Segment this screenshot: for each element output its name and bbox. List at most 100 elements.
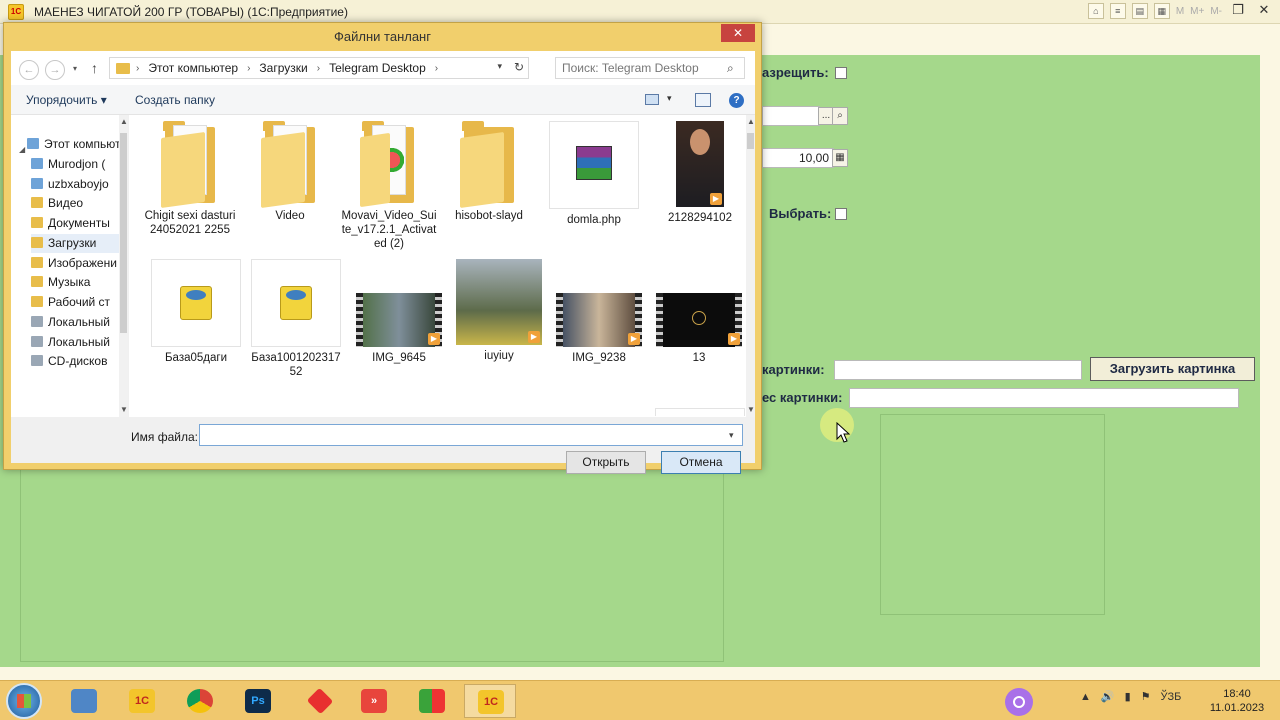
scroll-down-icon[interactable]: ▼ bbox=[120, 405, 128, 414]
file-item[interactable]: ▶ 2128294102 bbox=[652, 121, 748, 225]
keyboard-language[interactable]: ЎЗБ bbox=[1161, 691, 1182, 703]
scroll-up-icon[interactable]: ▲ bbox=[120, 117, 128, 126]
scroll-down-icon[interactable]: ▼ bbox=[747, 405, 755, 414]
file-scrollbar[interactable]: ▲ ▼ bbox=[746, 115, 755, 417]
filename-input[interactable] bbox=[199, 424, 743, 446]
memory-plus-button[interactable]: M+ bbox=[1190, 6, 1204, 17]
file-item[interactable]: База100120231752 bbox=[251, 259, 341, 379]
address-bar[interactable]: › Этот компьютер › Загрузки › Telegram D… bbox=[109, 57, 529, 79]
scroll-up-icon[interactable]: ▲ bbox=[747, 117, 755, 126]
close-icon[interactable]: ✕ bbox=[1254, 3, 1274, 19]
file-item[interactable]: ▶ IMG_9238 bbox=[554, 259, 644, 365]
volume-icon[interactable]: 🔊 bbox=[1101, 690, 1115, 703]
play-icon: ▶ bbox=[528, 331, 540, 343]
filename-dropdown-icon[interactable]: ▾ bbox=[729, 430, 734, 441]
calendar-icon[interactable]: ▦ bbox=[1153, 3, 1170, 19]
new-folder-button[interactable]: Создать папку bbox=[135, 93, 215, 107]
select-checkbox[interactable] bbox=[835, 208, 847, 220]
restore-icon[interactable]: ❐ bbox=[1228, 3, 1248, 19]
search-icon[interactable]: ⌕ bbox=[727, 61, 734, 76]
nav-item-video[interactable]: Видео bbox=[31, 194, 127, 213]
taskbar-app-anydesk[interactable] bbox=[294, 684, 346, 718]
memory-minus-button[interactable]: M- bbox=[1210, 6, 1222, 17]
drive-icon bbox=[31, 316, 43, 327]
nav-item-documents[interactable]: Документы bbox=[31, 214, 127, 233]
video-thumbnail: ▶ bbox=[676, 121, 724, 207]
nav-scroll-thumb[interactable] bbox=[120, 133, 127, 333]
forward-icon[interactable]: → bbox=[45, 60, 65, 80]
taskbar-app-git[interactable]: » bbox=[348, 684, 400, 718]
chevron-right-icon[interactable]: › bbox=[136, 63, 139, 74]
dialog-close-button[interactable]: ✕ bbox=[721, 24, 755, 42]
list-icon[interactable]: ≡ bbox=[1109, 3, 1126, 19]
flag-icon[interactable]: ⚑ bbox=[1141, 690, 1151, 703]
amount-input[interactable]: 10,00 bbox=[762, 148, 834, 168]
help-icon[interactable]: ? bbox=[729, 93, 744, 108]
reference-input[interactable] bbox=[762, 106, 820, 126]
taskbar-clock[interactable]: 18:40 11.01.2023 bbox=[1208, 687, 1266, 715]
breadcrumb-this-pc[interactable]: Этот компьютер bbox=[148, 61, 238, 75]
address-row: ← → ▾ ↑ › Этот компьютер › Загрузки › Te… bbox=[11, 51, 755, 85]
picture-input[interactable] bbox=[834, 360, 1082, 380]
onec-icon: 1С bbox=[478, 690, 504, 714]
breadcrumb-telegram[interactable]: Telegram Desktop bbox=[329, 61, 426, 75]
tray-expand-icon[interactable]: ▲ bbox=[1080, 691, 1091, 703]
view-icon[interactable] bbox=[645, 94, 659, 105]
chevron-right-icon[interactable]: › bbox=[435, 63, 438, 74]
nav-scrollbar[interactable]: ▲ ▼ bbox=[119, 115, 128, 417]
taskbar-app-1c-active[interactable]: 1С bbox=[464, 684, 516, 718]
file-item[interactable]: domla.php bbox=[546, 121, 642, 227]
open-button[interactable]: Открыть bbox=[566, 451, 646, 474]
file-item[interactable]: Video bbox=[242, 121, 338, 223]
taskbar-app-1c[interactable]: 1С bbox=[116, 684, 168, 718]
start-button[interactable] bbox=[6, 683, 42, 719]
nav-item-pictures[interactable]: Изображени bbox=[31, 254, 127, 273]
organize-button[interactable]: Упорядочить ▾ bbox=[26, 93, 107, 107]
assistant-icon[interactable] bbox=[1005, 688, 1033, 716]
load-picture-button[interactable]: Загрузить картинка bbox=[1090, 357, 1255, 381]
chevron-right-icon[interactable]: › bbox=[317, 63, 320, 74]
up-icon[interactable]: ↑ bbox=[91, 60, 98, 76]
file-item[interactable]: Chigit sexi dasturi 24052021 2255 bbox=[142, 121, 238, 237]
refresh-icon[interactable]: ↻ bbox=[514, 60, 524, 74]
file-item[interactable]: Movavi_Video_Suite_v17.2.1_Activated (2) bbox=[341, 121, 437, 251]
nav-item-downloads[interactable]: Загрузки bbox=[31, 234, 127, 253]
file-item[interactable]: hisobot-slayd bbox=[441, 121, 537, 223]
file-item[interactable]: База05даги bbox=[151, 259, 241, 365]
file-item[interactable]: ▶ IMG_9645 bbox=[354, 259, 444, 365]
network-drive-icon bbox=[31, 178, 43, 189]
search-input[interactable]: Поиск: Telegram Desktop bbox=[555, 57, 745, 79]
file-item[interactable]: ▶ 13 bbox=[654, 259, 744, 365]
taskbar-app-winrar[interactable] bbox=[406, 684, 458, 718]
view-dropdown-icon[interactable]: ▾ bbox=[667, 93, 672, 104]
nav-item-local-disk-2[interactable]: Локальный bbox=[31, 333, 127, 352]
collapse-icon[interactable]: ◢ bbox=[19, 145, 25, 154]
nav-item-music[interactable]: Музыка bbox=[31, 273, 127, 292]
forbid-checkbox[interactable] bbox=[835, 67, 847, 79]
nav-item-desktop[interactable]: Рабочий ст bbox=[31, 293, 127, 312]
home-icon[interactable]: ⌂ bbox=[1087, 3, 1104, 19]
memory-m-button[interactable]: M bbox=[1176, 6, 1184, 17]
nav-item-uzbxaboyjo[interactable]: uzbxaboyjo bbox=[31, 175, 127, 194]
back-icon[interactable]: ← bbox=[19, 60, 39, 80]
search-icon[interactable]: ⌕ bbox=[832, 107, 848, 125]
taskbar-app-chrome[interactable] bbox=[174, 684, 226, 718]
nav-item-murodjon[interactable]: Murodjon ( bbox=[31, 155, 127, 174]
address-dropdown-icon[interactable]: ▾ bbox=[497, 61, 502, 72]
preview-pane-icon[interactable] bbox=[695, 93, 711, 107]
network-icon[interactable]: ▮ bbox=[1125, 690, 1131, 703]
cancel-button[interactable]: Отмена bbox=[661, 451, 741, 474]
calculator-icon[interactable]: ▦ bbox=[832, 149, 848, 167]
nav-item-cd-drive[interactable]: CD-дисков bbox=[31, 352, 127, 371]
taskbar-app-computer[interactable] bbox=[58, 684, 110, 718]
taskbar-app-photoshop[interactable]: Ps bbox=[232, 684, 284, 718]
recent-dropdown-icon[interactable]: ▾ bbox=[73, 64, 77, 73]
nav-item-local-disk-1[interactable]: Локальный bbox=[31, 313, 127, 332]
breadcrumb-downloads[interactable]: Загрузки bbox=[259, 61, 307, 75]
picture-path-input[interactable] bbox=[849, 388, 1239, 408]
file-scroll-thumb[interactable] bbox=[747, 133, 754, 149]
file-item[interactable]: ▶ iuyiuy bbox=[454, 259, 544, 363]
report-icon[interactable]: ▤ bbox=[1131, 3, 1148, 19]
nav-item-this-pc[interactable]: Этот компьют bbox=[27, 135, 123, 154]
chevron-right-icon[interactable]: › bbox=[247, 63, 250, 74]
